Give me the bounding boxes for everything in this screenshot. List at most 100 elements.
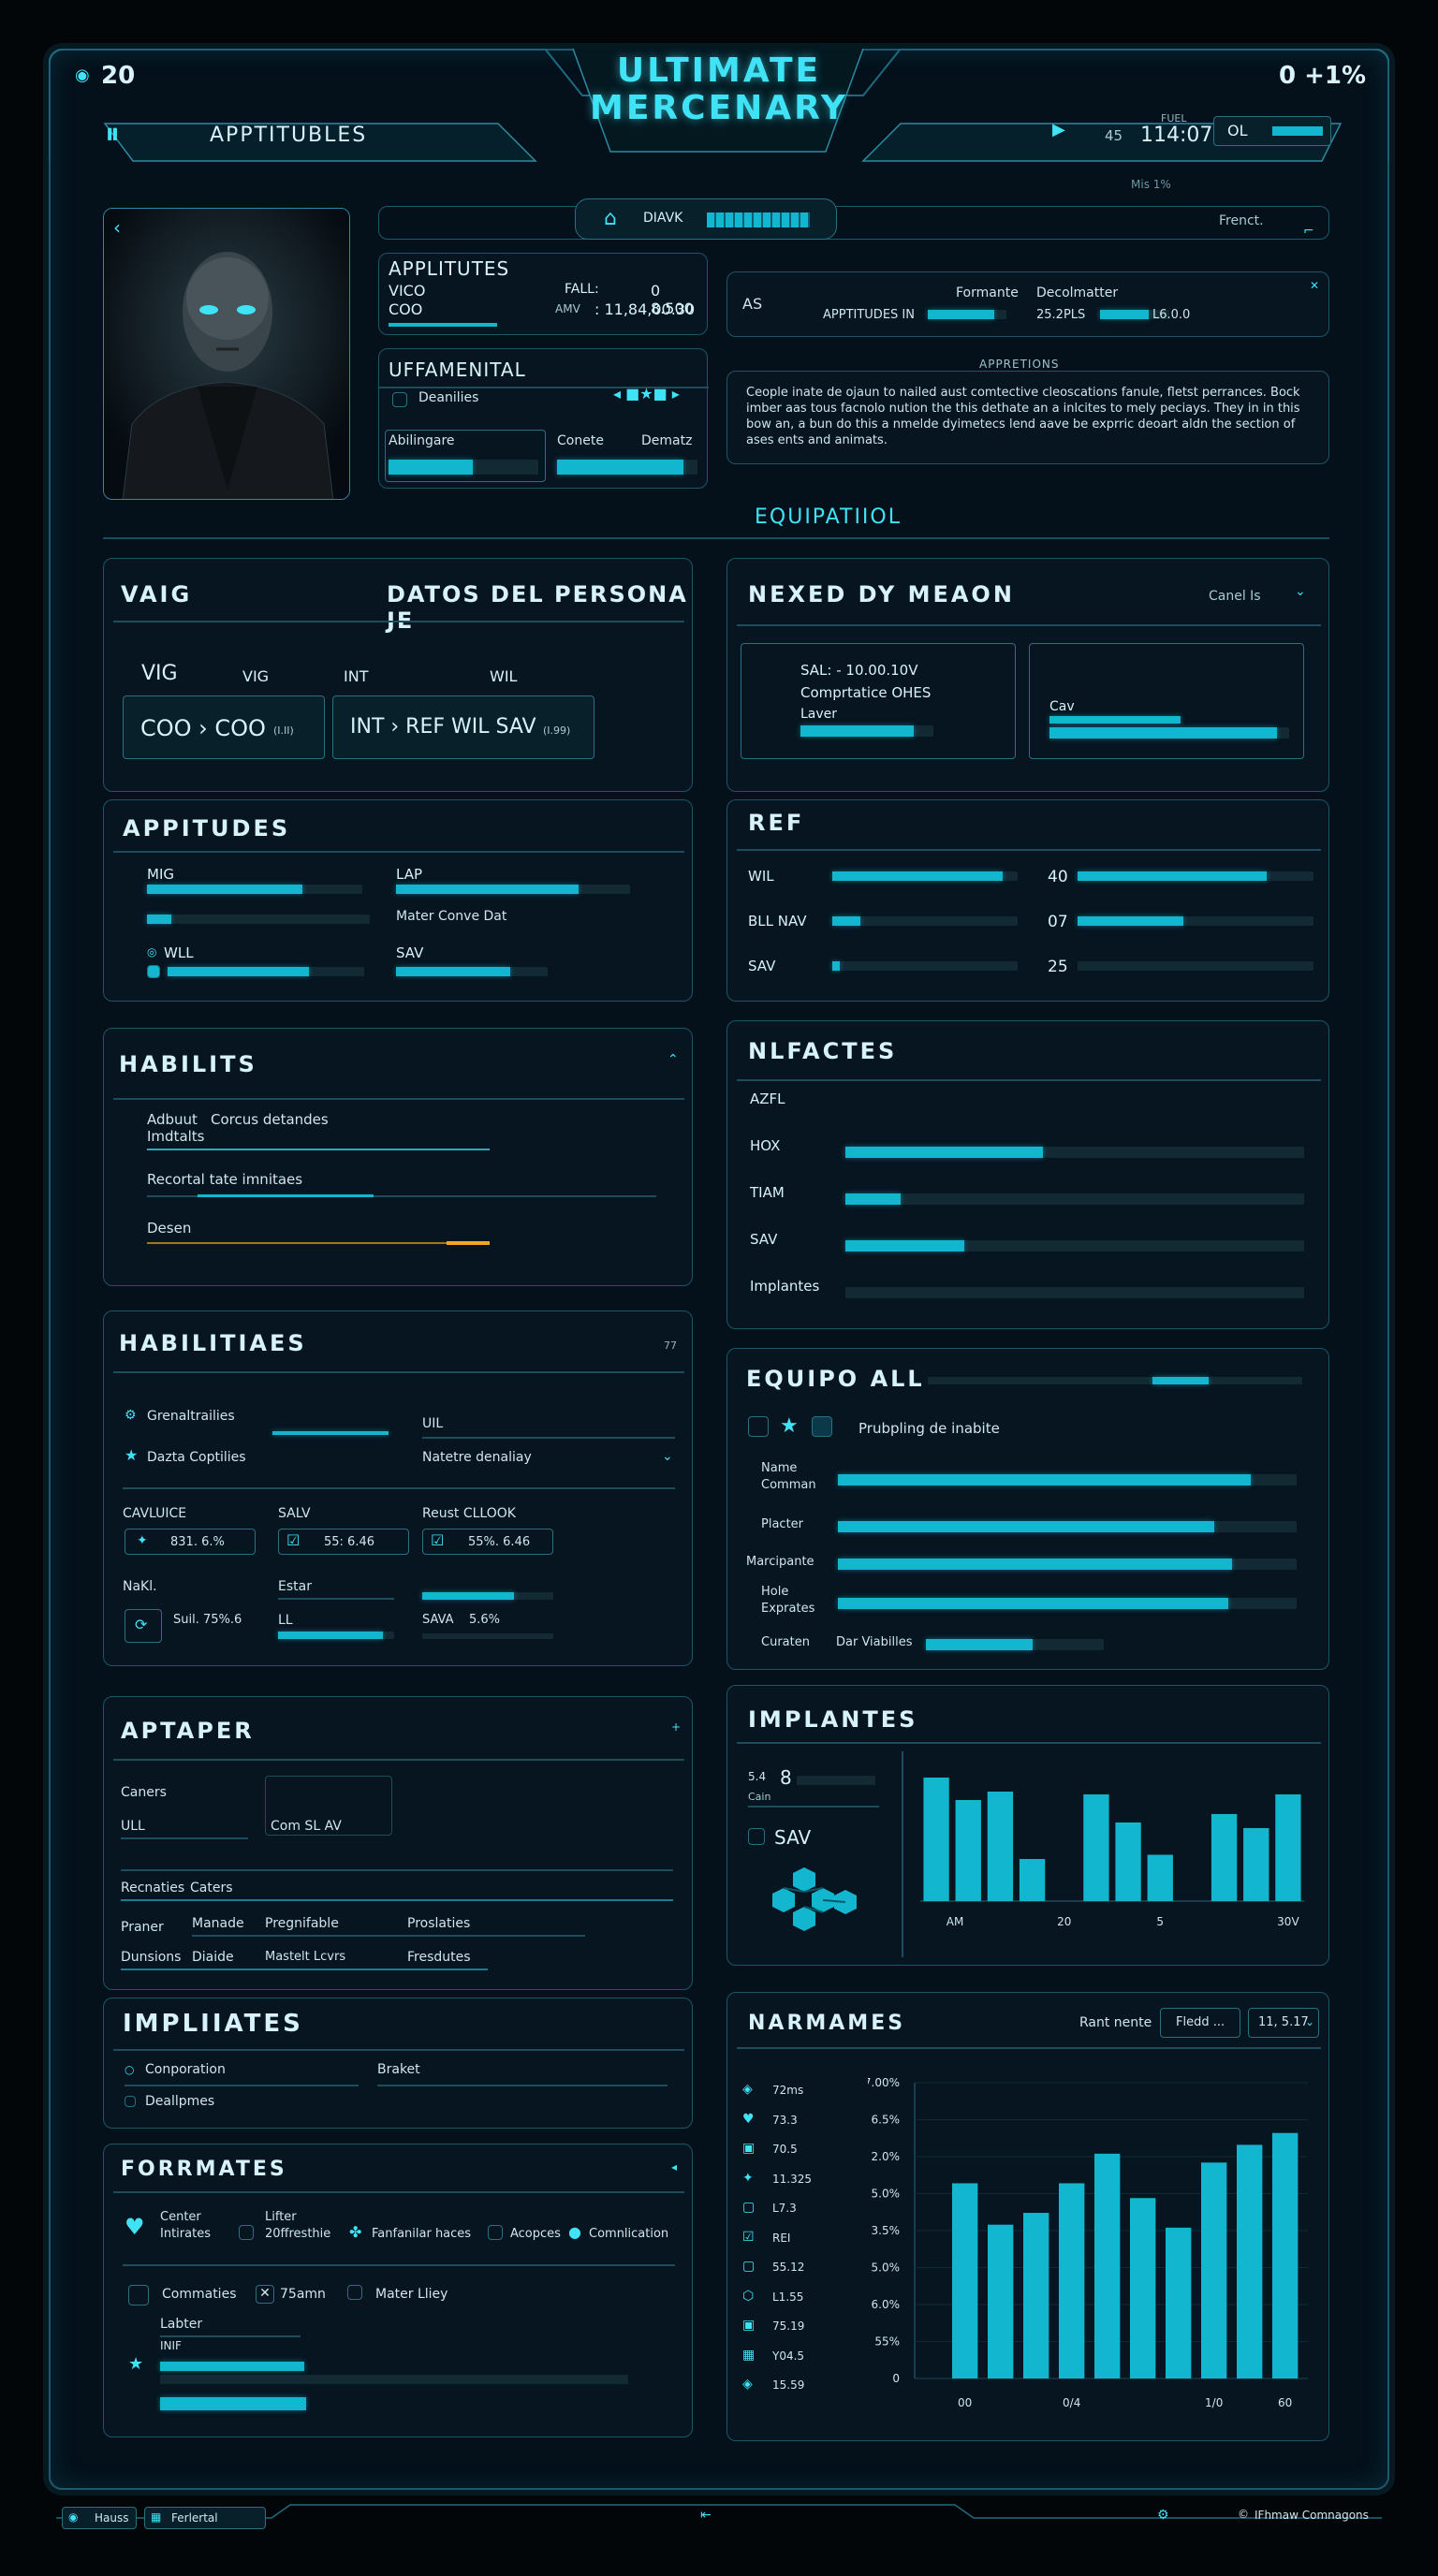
implantes-x-label: 5	[1156, 1915, 1164, 1928]
tab-apptitubles[interactable]: APPTITUBLES	[210, 124, 367, 147]
narmames-side-icon[interactable]: ✦	[742, 2172, 754, 2185]
narmames-side-icon[interactable]: ▢	[742, 2260, 755, 2273]
chevron-down-icon[interactable]: ⌄	[1295, 585, 1306, 598]
applitutes-panel: APPLITUTES VICO COO FALL: 0 8.500 AMV : …	[378, 253, 708, 335]
aptaper-divider	[113, 1759, 684, 1761]
narmames-x-label: 0/4	[1063, 2396, 1080, 2409]
pause-icon[interactable]: ⏸	[105, 118, 120, 148]
appitudes-panel: APPITUDES MIG LAP Mater Conve Dat ◎ WLL …	[103, 799, 693, 1002]
narmames-side-label: 11.325	[772, 2172, 812, 2186]
description-panel: Ceople inate de ojaun to nailed aust com…	[726, 371, 1329, 464]
decolmatter-label: Decolmatter	[1036, 285, 1119, 300]
ref-row-bar-b	[1078, 961, 1313, 971]
cav-value-box[interactable]: ✦ 831. 6.%	[125, 1529, 256, 1555]
narmames-side-icon[interactable]: ▣	[742, 2319, 755, 2332]
ref-row-bar-b	[1078, 871, 1313, 881]
formates-pin-icon[interactable]: ◂	[671, 2161, 677, 2173]
natetre-label: Natetre denaliay	[422, 1450, 532, 1465]
conp-line	[125, 2085, 359, 2086]
nexed-laver: Laver	[800, 707, 838, 722]
narmames-select[interactable]: 11, 5.17 ⌄	[1248, 2008, 1319, 2038]
formates-star-icon[interactable]: ★	[128, 2356, 143, 2373]
narmames-bar	[1237, 2144, 1263, 2378]
footer-hauss-button[interactable]: ◉ Hauss	[62, 2507, 137, 2529]
nav-progress	[707, 212, 810, 227]
wll-checkbox[interactable]	[147, 965, 160, 978]
formates-lifter-checkbox[interactable]	[239, 2225, 254, 2240]
suil-box[interactable]: ⟳	[125, 1609, 162, 1643]
narmames-bar	[1059, 2183, 1085, 2378]
narmames-side-label: L1.55	[772, 2290, 804, 2304]
acopces-checkbox[interactable]	[488, 2225, 503, 2240]
narmames-side-icon[interactable]: ▣	[742, 2142, 755, 2155]
as-icon: AS	[742, 295, 763, 313]
reust-value-box[interactable]: ☑ 55%. 6.46	[422, 1529, 553, 1555]
puzzle-icon[interactable]: ✤	[349, 2225, 361, 2240]
implantes-bar	[1211, 1814, 1238, 1901]
footer-center-icon[interactable]: ⇤	[700, 2509, 712, 2522]
nexed-cancel[interactable]: Canel Is	[1209, 589, 1261, 604]
equipo-square-icon[interactable]	[748, 1416, 769, 1437]
conp-radio-icon[interactable]: ○	[125, 2064, 134, 2075]
vig-label: VIG	[242, 667, 270, 685]
equipo-star-icon[interactable]: ★	[780, 1416, 799, 1437]
int-box[interactable]: INT › REF WIL SAV (I.99)	[332, 695, 594, 759]
narmames-side-icon[interactable]: ☑	[742, 2231, 755, 2244]
back-icon[interactable]: ‹	[113, 218, 121, 237]
comn-dot-icon[interactable]: ●	[568, 2225, 581, 2240]
corner-x-icon[interactable]: ✕	[1310, 280, 1319, 291]
zsamn-checkbox[interactable]: ✕	[256, 2285, 274, 2304]
narmames-side-icon[interactable]: ⬡	[742, 2290, 754, 2303]
int-box-text: INT › REF WIL SAV	[350, 715, 536, 739]
dunsions-label: Dunsions	[121, 1950, 182, 1965]
narmames-chart: 7.00%6.5%2.0%5.0%3.5%5.0%6.0%55%0000/41/…	[868, 2076, 1308, 2409]
impliiates-panel: IMPLIIATES ○ Conporation Braket Deallpme…	[103, 1998, 693, 2129]
narmames-side-label: 73.3	[772, 2113, 798, 2127]
ol-button[interactable]: OL	[1213, 116, 1331, 146]
salv-value-box[interactable]: ☑ 55: 6.46	[278, 1529, 409, 1555]
implantes-sav-checkbox[interactable]	[748, 1828, 765, 1845]
footer-settings-icon[interactable]: ⚙	[1157, 2509, 1169, 2522]
mater-checkbox[interactable]	[347, 2285, 362, 2300]
chevron-up-icon[interactable]: ⌃	[668, 1053, 679, 1066]
narmames-select-text: 11, 5.17	[1258, 2015, 1309, 2029]
aptaper-divider-2	[121, 1869, 673, 1871]
rating-stars-icon[interactable]: ◂ ■★■ ▸	[613, 387, 680, 402]
comm-checkbox[interactable]	[128, 2285, 149, 2305]
ull-label: ULL	[121, 1819, 145, 1834]
narmames-side-icon[interactable]: ▦	[742, 2349, 755, 2362]
narmames-field[interactable]: Fledd ...	[1160, 2008, 1240, 2038]
narmames-side-icon[interactable]: ◈	[742, 2378, 753, 2391]
deanilies-checkbox[interactable]	[392, 392, 407, 407]
implantes-bar	[987, 1792, 1014, 1901]
wll-icon: ◎	[147, 945, 157, 959]
formates-lifter: Lifter	[265, 2210, 297, 2224]
footer-ferlertal-button[interactable]: ▦ Ferlertal	[144, 2507, 266, 2529]
footer-grid-icon: ▦	[151, 2510, 162, 2524]
narmames-side-icon[interactable]: ◈	[742, 2083, 753, 2096]
equipo-row-label: Curaten	[761, 1635, 810, 1649]
corner-icon[interactable]: ⌐	[1303, 225, 1314, 238]
equipo-row-bar-fill	[838, 1559, 1233, 1570]
heart-icon[interactable]: ♥	[125, 2216, 145, 2238]
deallpmes-checkbox[interactable]	[125, 2096, 136, 2107]
implantes-cain-line	[748, 1806, 879, 1808]
narmames-side-icon[interactable]: ▢	[742, 2201, 755, 2214]
salv-check-icon: ☑	[286, 1531, 301, 1549]
narmames-side-label: 55.12	[772, 2261, 805, 2274]
impliiates-divider	[113, 2049, 684, 2051]
habilitiaes-corner: 77	[664, 1339, 677, 1352]
aptaper-plus-icon[interactable]: +	[671, 1721, 681, 1733]
vaig-title: VAIG	[121, 581, 193, 607]
play-icon[interactable]: ▶	[1052, 122, 1065, 139]
equipo-row-bar-fill	[838, 1474, 1251, 1486]
nav-center[interactable]: ⌂ DIAVK	[575, 198, 837, 240]
portrait-frame: ‹	[103, 208, 350, 500]
equipo-flag-icon[interactable]	[812, 1416, 832, 1437]
narmames-side-icon[interactable]: ♥	[742, 2113, 755, 2126]
habilits-line-1	[147, 1149, 490, 1150]
coo-box[interactable]: COO › COO (I.II)	[123, 695, 325, 759]
recnaties-label: Recnaties	[121, 1881, 185, 1895]
natetre-chevron-icon[interactable]: ⌄	[662, 1450, 673, 1463]
narmames-chevron-icon: ⌄	[1305, 2015, 1315, 2028]
